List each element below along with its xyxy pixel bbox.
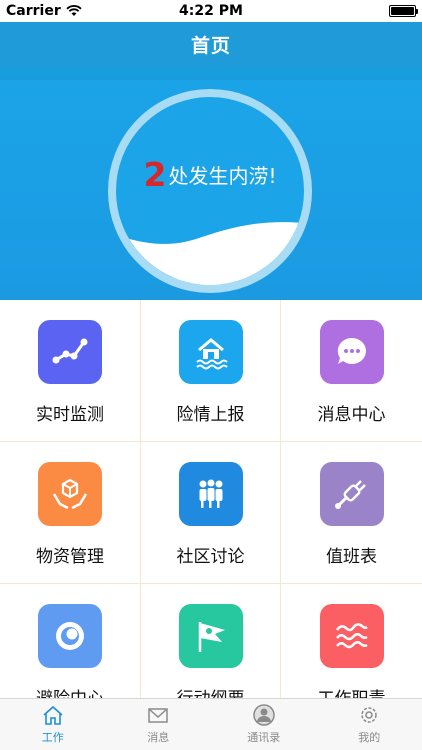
tile-8 <box>319 604 384 668</box>
tile-6 <box>38 604 102 668</box>
flag-icon <box>198 622 225 652</box>
grid-item-label: 值班表 <box>326 547 377 567</box>
tab-label: 消息 <box>147 731 170 744</box>
grid-item-community[interactable]: 社区讨论 <box>141 442 281 584</box>
ring-target-icon <box>56 622 84 650</box>
water-wave-icon <box>116 222 304 285</box>
page-title: 首页 <box>190 34 231 57</box>
alert-text: 处发生内涝! <box>168 164 277 188</box>
alert-count: 2 <box>143 155 167 194</box>
grid-item-message-center[interactable]: 消息中心 <box>281 300 422 442</box>
wifi-icon <box>66 5 82 16</box>
flooded-house-icon <box>195 338 228 370</box>
hero-banner: 2 处发生内涝! <box>0 66 422 300</box>
grid-item-responsibilities[interactable]: 工作职责 <box>281 584 422 698</box>
tile-5 <box>319 462 384 526</box>
tab-me[interactable]: 我的 <box>317 699 422 750</box>
grid-item-realtime-monitor[interactable]: 实时监测 <box>0 300 141 442</box>
grid-item-shelter[interactable]: 避险中心 <box>0 584 141 698</box>
tab-contacts[interactable]: 通讯录 <box>211 699 317 750</box>
grid-item-label: 险情上报 <box>176 405 245 425</box>
status-bar: Carrier 4:22 PM <box>0 0 422 22</box>
trend-chart-icon <box>52 338 88 364</box>
tab-label: 通讯录 <box>247 731 281 744</box>
grid-item-label: 社区讨论 <box>176 547 245 567</box>
grid-item-label: 实时监测 <box>36 405 104 425</box>
grid-item-report-danger[interactable]: 险情上报 <box>141 300 281 442</box>
battery-icon <box>389 5 418 17</box>
grid-item-duty-roster[interactable]: 值班表 <box>281 442 422 584</box>
grid-item-supplies[interactable]: 物资管理 <box>0 442 141 584</box>
nav-bar: 首页 <box>0 22 422 66</box>
flood-gauge[interactable]: 2 处发生内涝! <box>108 89 312 293</box>
flood-alert: 2 处发生内涝! <box>116 155 304 194</box>
gear-icon <box>361 707 377 723</box>
tile-3 <box>38 462 102 526</box>
grid-item-label: 物资管理 <box>36 547 104 567</box>
tile-4 <box>178 462 243 526</box>
tile-0 <box>38 320 102 384</box>
contact-icon <box>253 704 275 726</box>
grid-item-label: 行动纲要 <box>141 684 280 698</box>
status-left: Carrier <box>6 3 82 19</box>
carrier-label: Carrier <box>6 3 61 19</box>
feature-grid: 实时监测 险情上报 消息中心 物资管理 社区讨论 值班表 <box>0 300 422 698</box>
tab-bar: 工作 消息 通讯录 我的 <box>0 698 422 750</box>
tab-label: 我的 <box>358 731 381 744</box>
plug-icon <box>334 480 366 509</box>
hands-box-icon <box>52 478 88 510</box>
tile-2 <box>319 320 384 384</box>
tab-work[interactable]: 工作 <box>0 699 106 750</box>
home-icon <box>43 705 63 725</box>
tile-1 <box>178 320 243 384</box>
tab-label: 工作 <box>41 731 64 744</box>
waves-icon <box>335 623 368 649</box>
chat-bubble-icon <box>337 337 366 364</box>
grid-item-label: 避险中心 <box>0 684 140 698</box>
grid-item-action-plan[interactable]: 行动纲要 <box>141 584 281 698</box>
grid-item-label: 工作职责 <box>281 684 422 698</box>
tile-7 <box>178 604 243 668</box>
tab-messages[interactable]: 消息 <box>106 699 212 750</box>
mail-icon <box>148 708 168 723</box>
group-people-icon <box>199 479 222 508</box>
grid-item-label: 消息中心 <box>317 405 386 425</box>
